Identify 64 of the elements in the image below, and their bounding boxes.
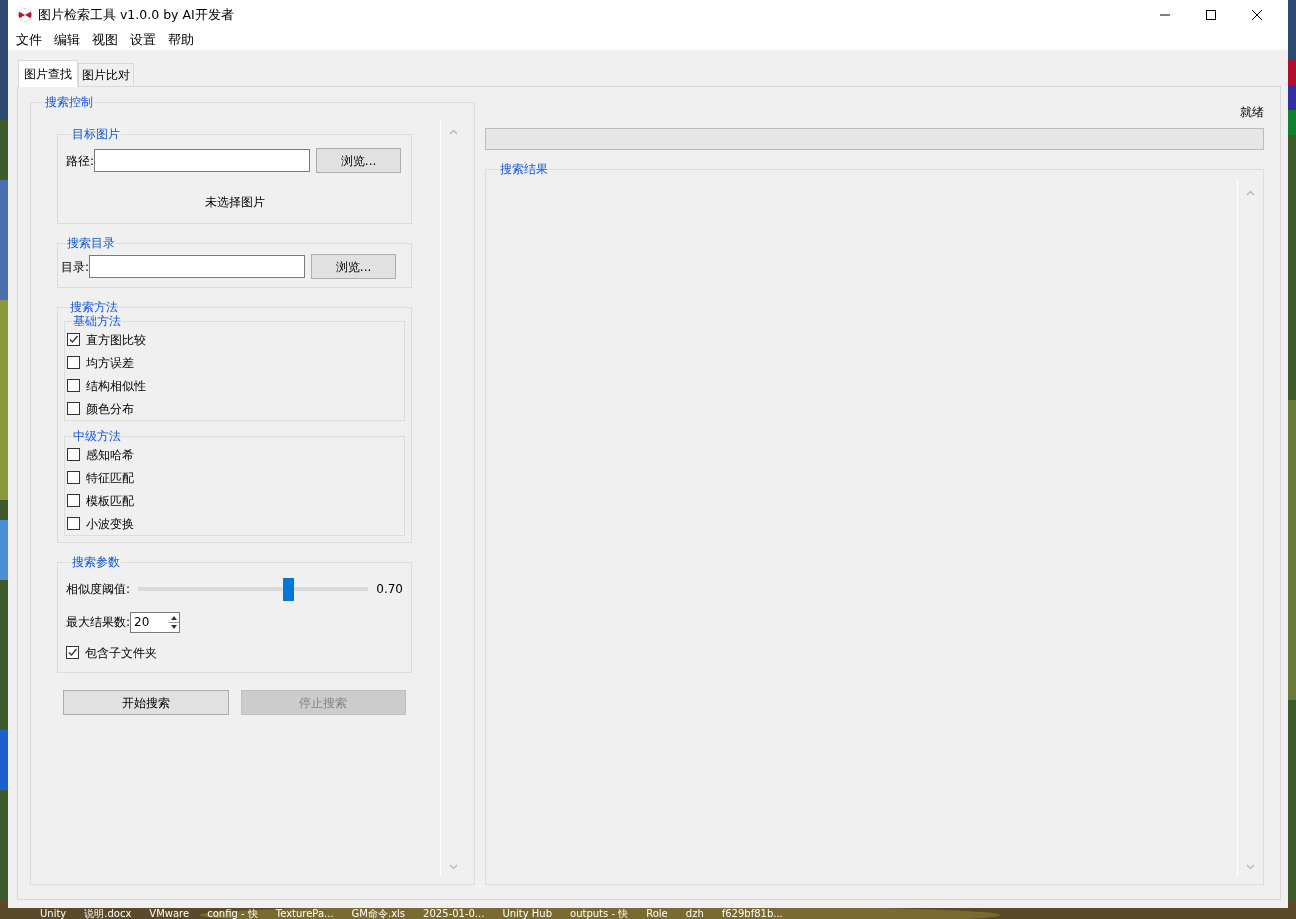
directory-field[interactable] <box>89 255 306 278</box>
checkbox[interactable] <box>67 494 80 507</box>
desktop-icon-label[interactable]: TexturePa... <box>275 908 334 919</box>
field-label: 相似度阈值: <box>66 581 131 598</box>
desktop-icon-label[interactable]: VMware <box>149 908 190 919</box>
desktop-icon-label[interactable]: f629bf81b... <box>721 908 783 919</box>
menu-item[interactable]: 文件 <box>10 30 48 50</box>
checkbox-label[interactable]: 均方误差 <box>86 353 134 372</box>
menu-item[interactable]: 设置 <box>124 30 162 50</box>
field-label: 目录: <box>61 258 90 276</box>
checkbox-label[interactable]: 感知哈希 <box>86 445 134 464</box>
group-title: 搜索控制 <box>44 95 94 109</box>
desktop-icon-label[interactable]: outputs - 快 <box>570 908 629 919</box>
checkbox-label[interactable]: 直方图比较 <box>86 330 146 349</box>
tab[interactable]: 图片比对 <box>78 63 134 86</box>
desktop-icon-label[interactable]: config - 快 <box>207 908 258 919</box>
checkbox[interactable] <box>67 448 80 461</box>
desktop-icon-label[interactable]: Role <box>646 908 668 919</box>
status-text: 就绪 <box>1239 104 1264 121</box>
menu-item[interactable]: 帮助 <box>162 30 200 50</box>
checkbox[interactable] <box>67 402 80 415</box>
checkbox[interactable] <box>66 646 79 659</box>
checkbox[interactable] <box>67 517 80 530</box>
slider-value: 0.70 <box>376 581 403 598</box>
menu-item[interactable]: 视图 <box>86 30 124 50</box>
slider-thumb[interactable] <box>282 577 294 601</box>
app-icon <box>18 8 32 22</box>
field-value: 20 <box>133 614 151 631</box>
group-title: 搜索目录 <box>66 236 116 250</box>
checkbox[interactable] <box>67 471 80 484</box>
checkbox[interactable] <box>67 356 80 369</box>
browse-button[interactable]: 浏览... <box>311 254 397 279</box>
desktop-icon-label[interactable]: Unity Hub <box>502 908 553 919</box>
checkbox-label[interactable]: 模板匹配 <box>86 491 134 510</box>
maximize-icon[interactable] <box>1206 10 1216 20</box>
checkbox[interactable] <box>67 333 80 346</box>
desktop-icon-label[interactable]: 说明.docx <box>84 908 132 919</box>
checkbox-label[interactable]: 小波变换 <box>86 514 134 533</box>
browse-button[interactable]: 浏览... <box>316 148 402 173</box>
window-title: 图片检索工具 v1.0.0 by AI开发者 <box>38 5 235 24</box>
group-title: 基础方法 <box>72 314 122 328</box>
checkbox-label[interactable]: 结构相似性 <box>86 376 146 395</box>
checkbox-label[interactable]: 颜色分布 <box>86 399 134 418</box>
group-title: 搜索结果 <box>499 162 549 176</box>
group-title: 目标图片 <box>71 127 121 141</box>
desktop-icon-label[interactable]: dzh <box>685 908 704 919</box>
start-search-button[interactable]: 开始搜索 <box>63 690 229 715</box>
number-field[interactable]: 20 <box>130 611 181 633</box>
field-label: 路径: <box>66 152 95 170</box>
tab[interactable]: 图片查找 <box>18 60 78 87</box>
desktop-icon-label[interactable]: GM命令.xls <box>351 908 406 919</box>
close-icon[interactable] <box>1252 10 1262 20</box>
desktop-icon-label[interactable]: Unity <box>40 908 67 919</box>
image-status-text: 未选择图片 <box>203 194 266 211</box>
group-title: 搜索参数 <box>71 555 121 569</box>
path-field[interactable] <box>94 149 311 172</box>
field-label: 最大结果数: <box>66 614 131 631</box>
group-title: 搜索方法 <box>69 300 119 314</box>
menu-item[interactable]: 编辑 <box>48 30 86 50</box>
group-title: 中级方法 <box>72 429 122 443</box>
checkbox-label[interactable]: 包含子文件夹 <box>85 643 157 662</box>
desktop-icon-label[interactable]: 2025-01-0... <box>423 908 485 919</box>
checkbox[interactable] <box>67 379 80 392</box>
checkbox-label[interactable]: 特征匹配 <box>86 468 134 487</box>
